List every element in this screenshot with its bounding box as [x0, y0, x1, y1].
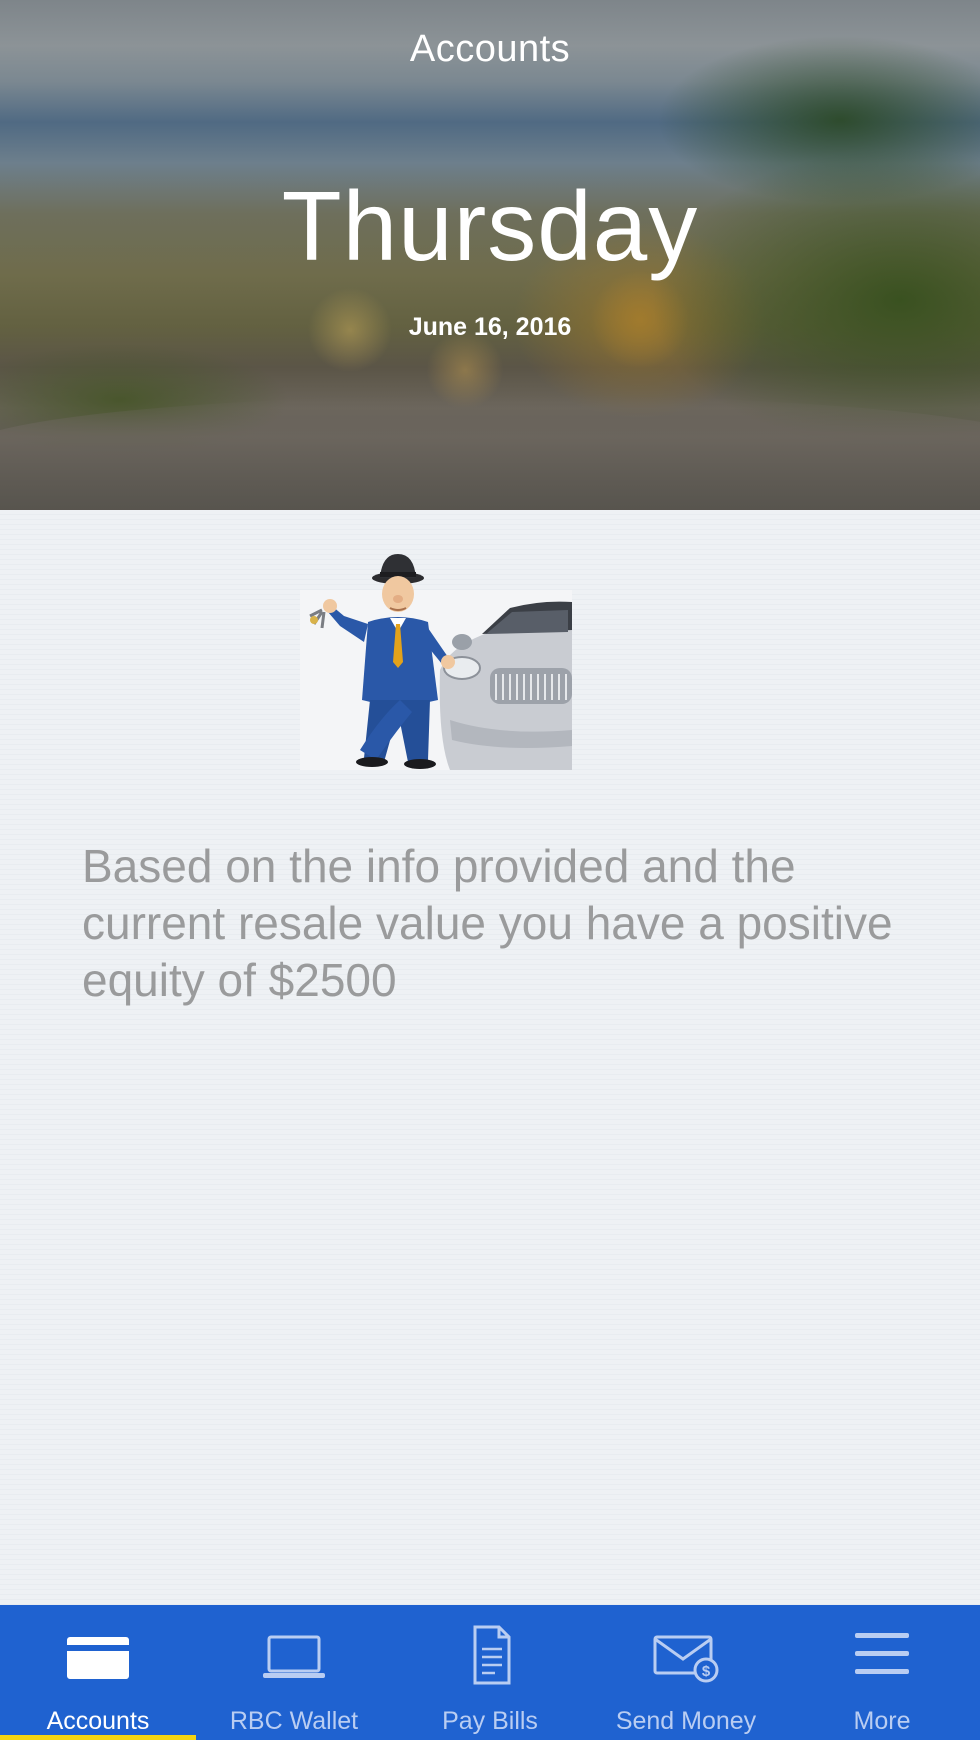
active-tab-indicator [0, 1735, 196, 1740]
card-icon [67, 1637, 129, 1679]
tab-rbc-wallet[interactable]: RBC Wallet [196, 1605, 392, 1740]
tab-more[interactable]: More [784, 1605, 980, 1740]
tab-label-rbc-wallet: RBC Wallet [229, 1707, 359, 1735]
menu-icon [855, 1633, 909, 1674]
tab-accounts[interactable]: Accounts [0, 1605, 196, 1740]
header-banner: Accounts Thursday June 16, 2016 [0, 0, 980, 510]
banker-with-car-illustration [300, 554, 572, 770]
page-title: Accounts [409, 28, 571, 70]
current-date: June 16, 2016 [408, 313, 572, 341]
tab-label-send-money: Send Money [615, 1707, 757, 1735]
tab-label-more: More [853, 1707, 911, 1735]
document-icon [473, 1625, 511, 1685]
tab-label-pay-bills: Pay Bills [442, 1707, 538, 1735]
main-content: Based on the info provided and the curre… [0, 510, 980, 1605]
day-of-week: Thursday [281, 171, 699, 281]
envelope-dollar-icon: $ [653, 1635, 719, 1683]
tab-send-money[interactable]: $ Send Money [588, 1605, 784, 1740]
laptop-icon [263, 1635, 325, 1678]
tab-pay-bills[interactable]: Pay Bills [392, 1605, 588, 1740]
tab-label-accounts: Accounts [46, 1707, 150, 1735]
equity-message: Based on the info provided and the curre… [82, 840, 893, 1006]
road-background [0, 395, 980, 510]
bottom-tab-bar: Accounts RBC Wallet Pay Bills $ Send Mon… [0, 1605, 980, 1740]
svg-text:$: $ [702, 1663, 711, 1680]
